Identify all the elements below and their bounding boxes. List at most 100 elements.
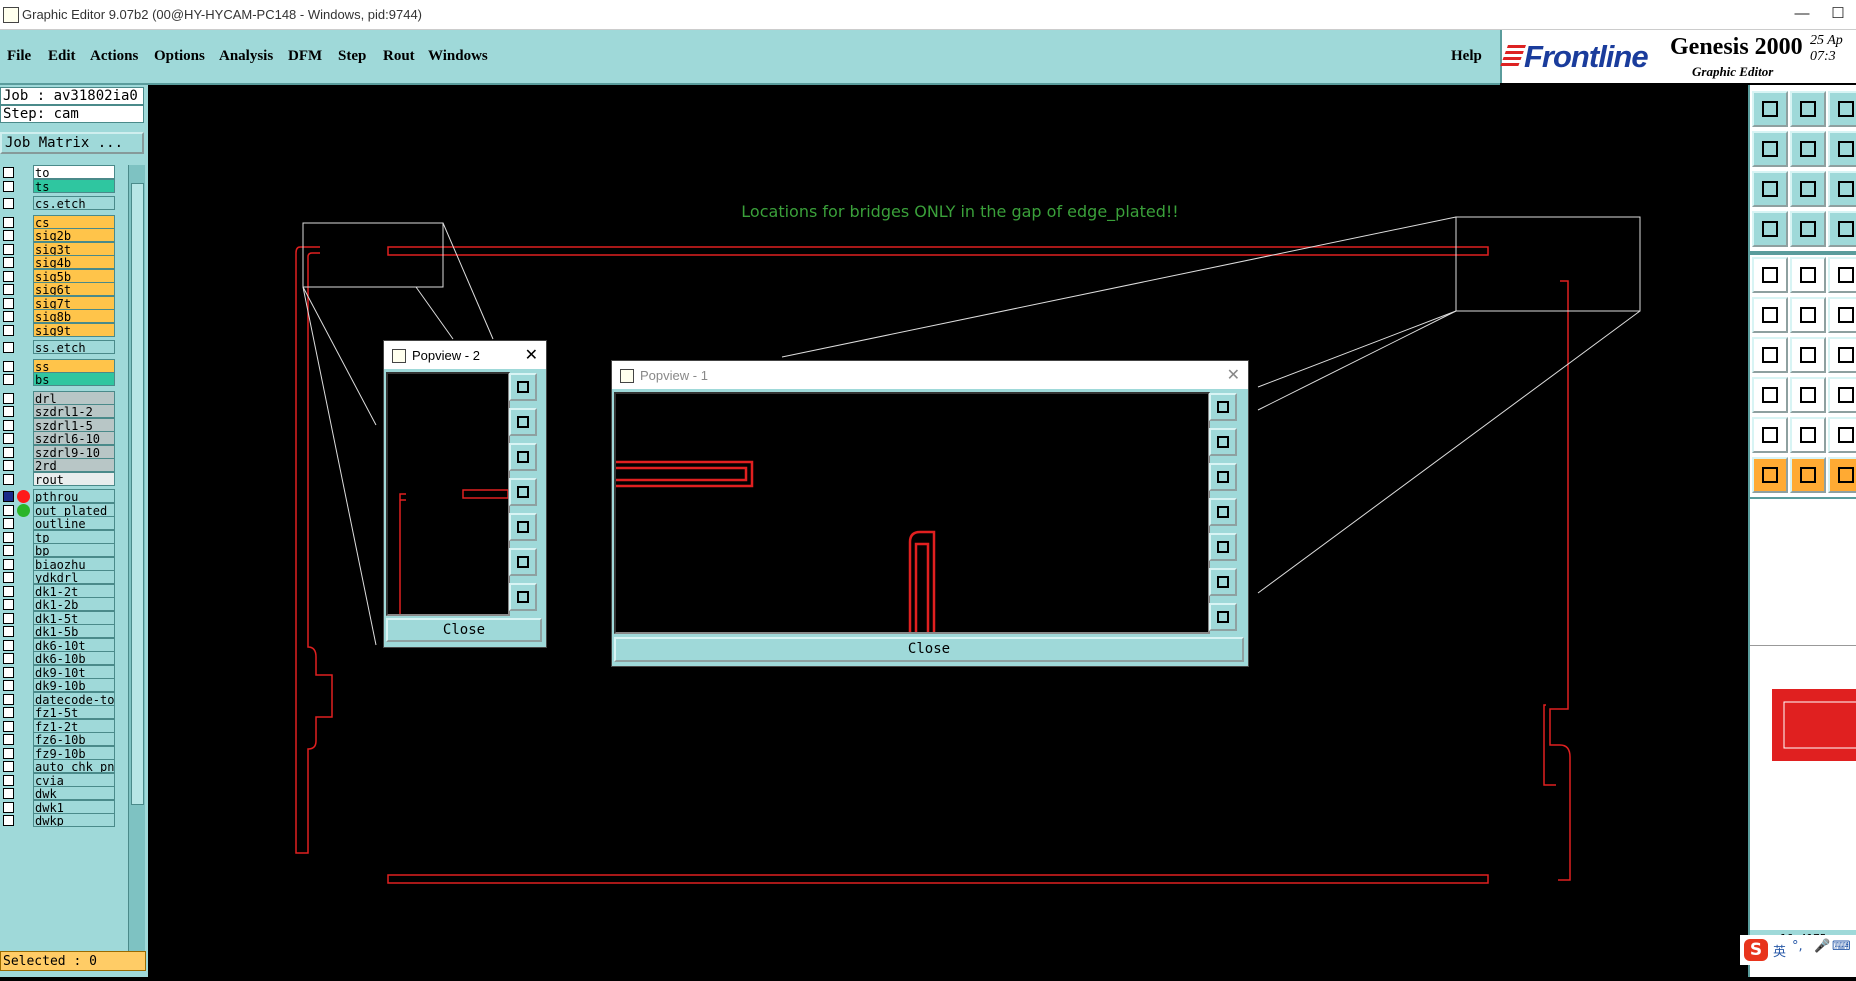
zoom-fit-icon[interactable] (1209, 393, 1237, 421)
zoom-out-icon[interactable] (1209, 568, 1237, 596)
layer-name[interactable]: sig3t (33, 241, 115, 256)
layer-name[interactable]: datecode-to (33, 691, 115, 706)
view-home-icon[interactable] (1828, 91, 1856, 127)
menu-options[interactable]: Options (154, 48, 205, 65)
layer-checkbox[interactable] (3, 693, 14, 705)
layer-name[interactable]: tp (33, 529, 115, 544)
keyboard-icon[interactable]: ⌨ (1832, 939, 1851, 954)
popview-2-screen[interactable] (386, 372, 510, 616)
angle-icon[interactable] (1752, 337, 1788, 373)
layer-name[interactable]: szdrl1-2 (33, 404, 115, 418)
layer-row[interactable]: sig9t (0, 322, 118, 339)
layer-name[interactable]: fz1-5t (33, 705, 115, 719)
ime-toolbar[interactable]: S 英 °, 🎤 ⌨ (1740, 935, 1856, 965)
layer-checkbox[interactable] (3, 666, 14, 678)
layer-name[interactable]: sig7t (33, 295, 115, 310)
layer-name[interactable]: fz9-10b (33, 745, 115, 760)
layer-checkbox[interactable] (3, 230, 14, 241)
layer-name[interactable]: cs.etch (33, 196, 115, 210)
mini-map[interactable] (1750, 645, 1856, 766)
pan-up-icon[interactable] (1209, 428, 1237, 456)
layer-name[interactable]: dk1-5t (33, 610, 115, 625)
layer-row[interactable]: rout (0, 471, 118, 488)
triangle-icon[interactable] (1752, 417, 1788, 453)
layer-name[interactable]: pthrou (33, 489, 115, 503)
popview-1-titlebar[interactable]: Popview - 1 ✕ (612, 361, 1248, 389)
layer-name[interactable]: dwkp (33, 813, 115, 827)
layer-name[interactable]: fz6-10b (33, 732, 115, 746)
layer-name[interactable]: bs (33, 372, 115, 386)
layer-name[interactable]: sig4b (33, 255, 115, 269)
menu-edit[interactable]: Edit (48, 48, 76, 65)
layer-checkbox[interactable] (3, 257, 14, 268)
layer-checkbox[interactable] (3, 531, 14, 543)
pan-up-icon[interactable] (509, 408, 537, 436)
layer-checkbox[interactable] (3, 720, 14, 732)
layer-name[interactable]: rout (33, 471, 115, 486)
layer-name[interactable]: ts (33, 178, 115, 193)
minimize-button[interactable]: — (1790, 3, 1814, 25)
polygon-icon[interactable] (1828, 417, 1856, 453)
minus-icon[interactable] (1790, 377, 1826, 413)
pan-right-icon[interactable] (509, 513, 537, 541)
popview-1-screen[interactable] (614, 392, 1210, 634)
layer-name[interactable]: 2rd (33, 458, 115, 472)
measure-icon[interactable] (1752, 211, 1788, 247)
move-icon[interactable] (1752, 377, 1788, 413)
view-up-icon[interactable] (1752, 91, 1788, 127)
job-matrix-button[interactable]: Job Matrix ... (0, 132, 144, 154)
layer-checkbox[interactable] (3, 788, 14, 799)
layer-name[interactable]: drl (33, 390, 115, 405)
layer-checkbox[interactable] (3, 433, 14, 444)
maximize-button[interactable]: ☐ (1826, 3, 1850, 25)
layer-scrollbar[interactable] (128, 165, 145, 955)
view-left-icon[interactable] (1752, 131, 1788, 167)
layer-checkbox[interactable] (3, 653, 14, 664)
layer-name[interactable]: cvia (33, 772, 115, 787)
curve-icon[interactable] (1828, 337, 1856, 373)
layer-row[interactable]: dwkp (0, 813, 118, 829)
layer-checkbox[interactable] (3, 599, 14, 610)
menu-step[interactable]: Step (338, 48, 366, 65)
layer-checkbox[interactable] (3, 680, 14, 691)
layer-name[interactable]: dk1-2t (33, 583, 115, 598)
layer-name[interactable]: dk6-10b (33, 651, 115, 665)
layer-checkbox[interactable] (3, 374, 14, 385)
scrollbar-thumb[interactable] (131, 183, 144, 805)
layer-checkbox[interactable] (3, 504, 14, 516)
ime-punctuation[interactable]: °, (1792, 939, 1803, 954)
layer-row[interactable]: ss.etch (0, 340, 118, 356)
layer-checkbox[interactable] (3, 324, 14, 336)
layer-checkbox[interactable] (3, 284, 14, 295)
zoom-out-icon[interactable] (509, 548, 537, 576)
select-pointer-icon[interactable] (1752, 457, 1788, 493)
ime-logo-icon[interactable]: S (1744, 939, 1768, 961)
box-icon[interactable] (1828, 377, 1856, 413)
layer-checkbox[interactable] (3, 545, 14, 556)
line-draw-icon[interactable] (1790, 257, 1826, 293)
pan-left-icon[interactable] (1209, 498, 1237, 526)
close-icon[interactable]: ✕ (1227, 365, 1240, 385)
layer-name[interactable]: auto_chk_pn (33, 759, 115, 773)
layer-checkbox[interactable] (3, 734, 14, 745)
connect-icon[interactable] (1752, 297, 1788, 333)
layer-name[interactable]: out_plated (33, 502, 115, 517)
select-query-icon[interactable] (1828, 457, 1856, 493)
layer-row[interactable]: bs (0, 372, 118, 388)
layer-checkbox[interactable] (3, 243, 14, 255)
layer-checkbox[interactable] (3, 342, 14, 353)
menu-windows[interactable]: Windows (428, 48, 488, 65)
layer-checkbox[interactable] (3, 774, 14, 786)
ime-language[interactable]: 英 (1773, 941, 1786, 960)
layer-checkbox[interactable] (3, 167, 14, 178)
layer-checkbox[interactable] (3, 612, 14, 624)
layer-name[interactable]: sig8b (33, 309, 115, 323)
layer-checkbox[interactable] (3, 180, 14, 192)
layer-name[interactable]: sig2b (33, 228, 115, 242)
layer-checkbox[interactable] (3, 747, 14, 759)
layer-name[interactable]: dk1-5b (33, 624, 115, 638)
layer-checkbox[interactable] (3, 406, 14, 417)
layer-checkbox[interactable] (3, 518, 14, 529)
layer-name[interactable]: outline (33, 516, 115, 530)
layer-checkbox[interactable] (3, 446, 14, 458)
